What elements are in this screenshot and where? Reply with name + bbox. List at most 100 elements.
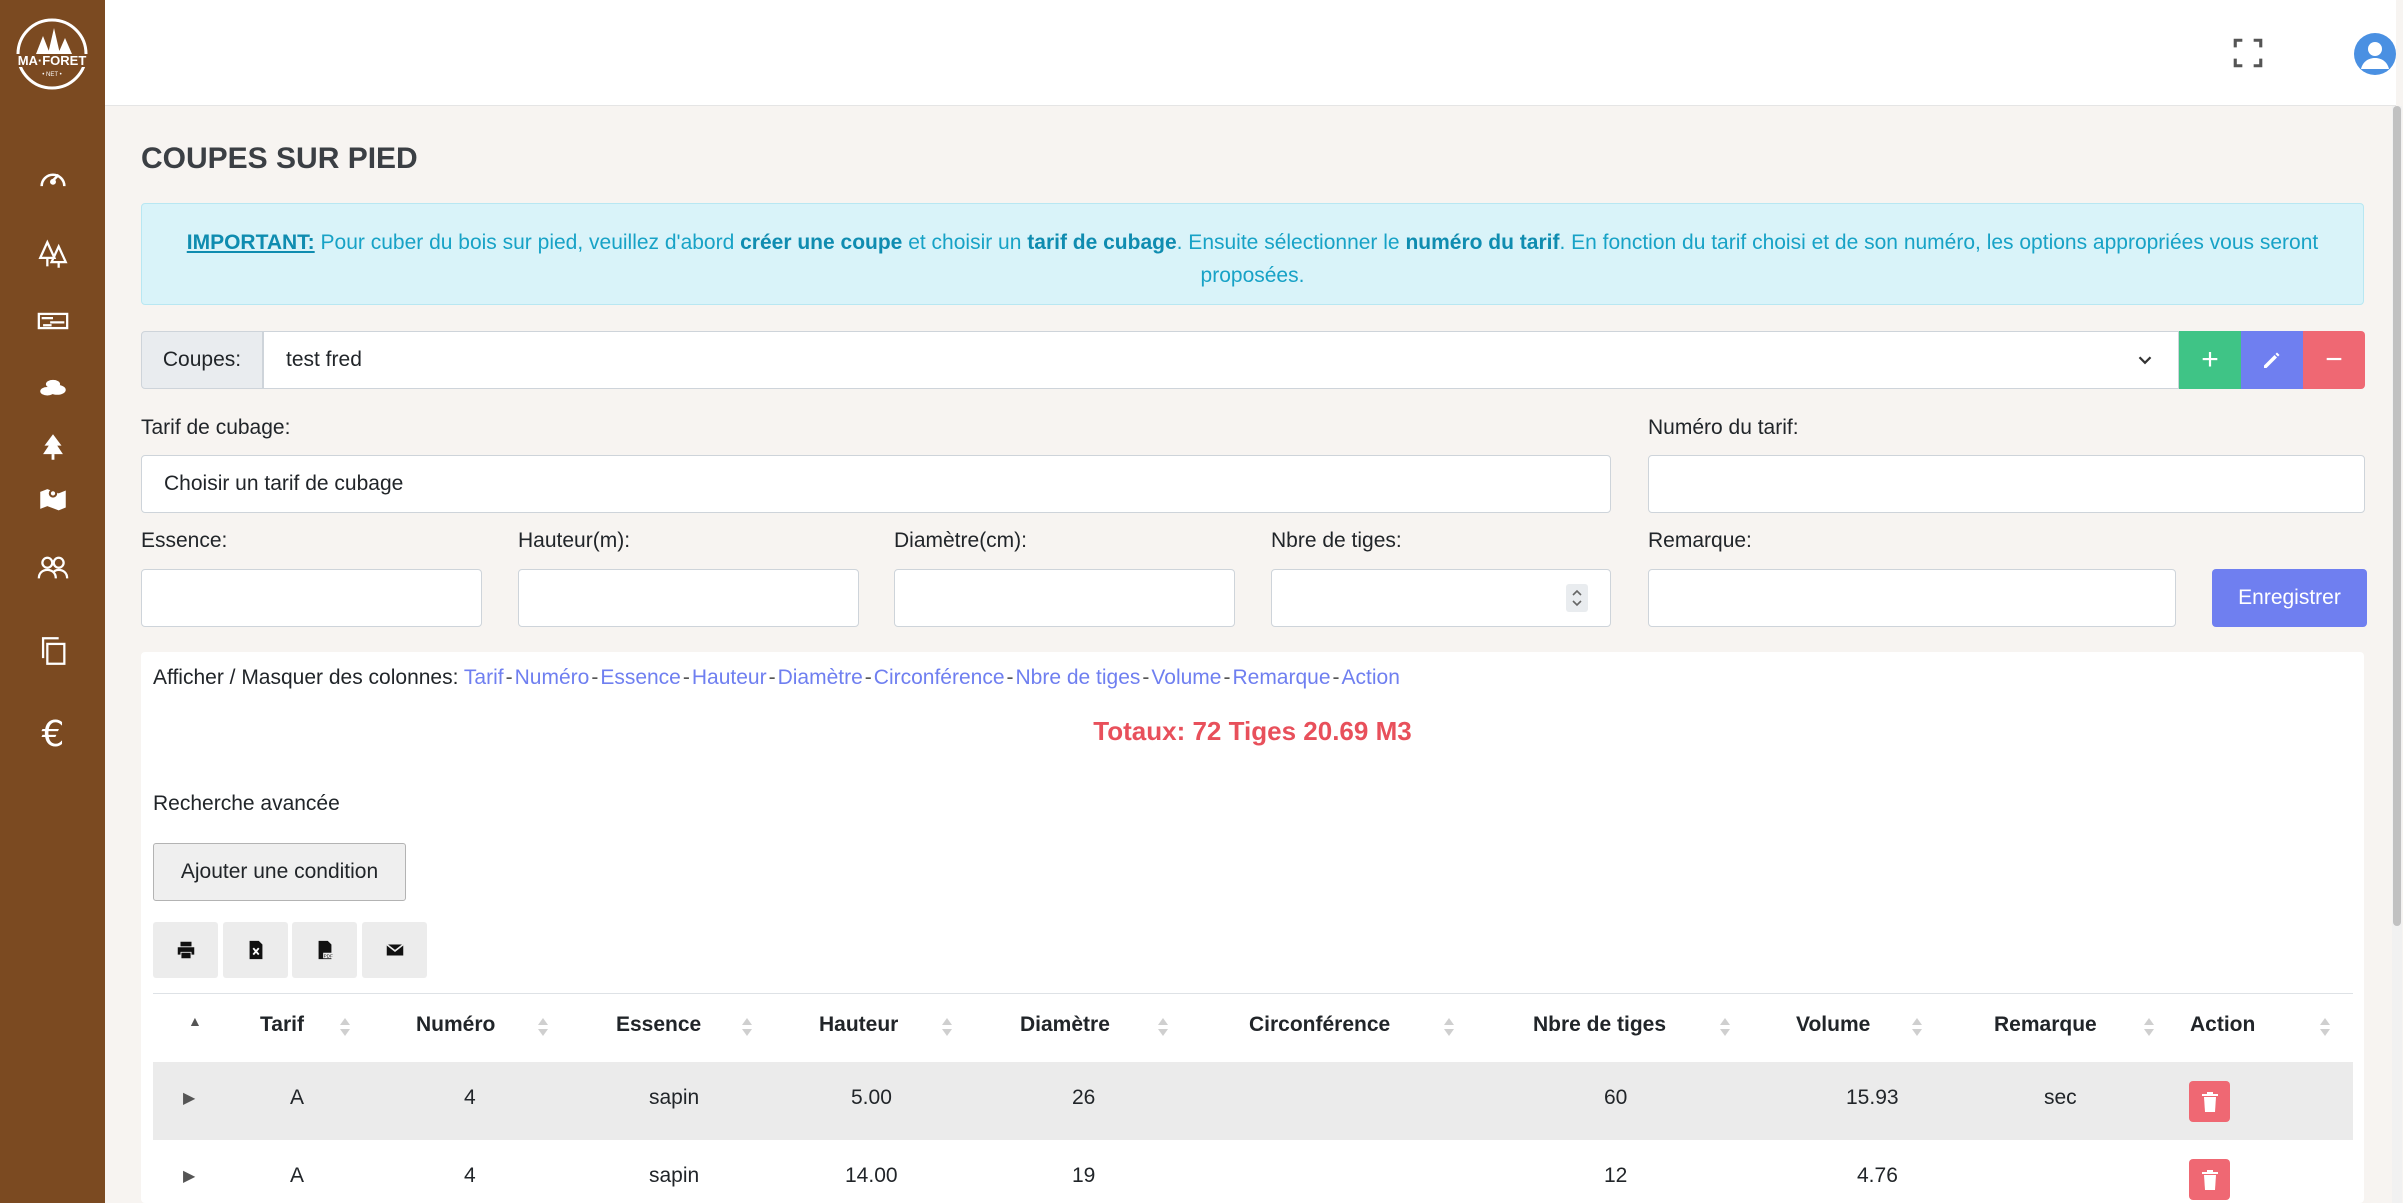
toggle-separator: -: [864, 666, 872, 689]
dashboard-gauge-icon[interactable]: [30, 156, 76, 202]
sort-icon[interactable]: [338, 1013, 352, 1041]
fullscreen-icon[interactable]: [2231, 36, 2265, 70]
info-alert: IMPORTANT: Pour cuber du bois sur pied, …: [141, 203, 2364, 305]
remarque-input[interactable]: [1648, 569, 2176, 627]
trash-icon: [2201, 1091, 2218, 1112]
scrollbar-thumb[interactable]: [2393, 106, 2401, 926]
svg-text:MA·FORET: MA·FORET: [18, 53, 87, 68]
sort-icon[interactable]: [1442, 1013, 1456, 1041]
sort-icon[interactable]: [1718, 1013, 1732, 1041]
save-button[interactable]: Enregistrer: [2212, 569, 2367, 627]
numero-input[interactable]: [1648, 455, 2365, 513]
hauteur-input[interactable]: [518, 569, 859, 627]
diametre-input[interactable]: [894, 569, 1235, 627]
th-remarque[interactable]: Remarque: [1994, 1013, 2097, 1037]
plus-icon: +: [2201, 343, 2219, 376]
pdf-export-button[interactable]: PDF: [292, 922, 357, 978]
add-condition-button[interactable]: Ajouter une condition: [153, 843, 406, 901]
copy-documents-icon[interactable]: [30, 628, 76, 674]
toggle-separator: -: [1223, 666, 1231, 689]
svg-text:PDF: PDF: [323, 953, 332, 958]
tree-icon[interactable]: [30, 424, 76, 470]
coupes-select[interactable]: test fred: [263, 331, 2179, 389]
sort-icon[interactable]: [536, 1013, 550, 1041]
edit-coupe-button[interactable]: [2241, 331, 2303, 389]
th-essence[interactable]: Essence: [616, 1013, 701, 1037]
table-row[interactable]: ▶ A 4 sapin 14.00 19 12 4.76: [153, 1140, 2353, 1203]
th-circonference[interactable]: Circonférence: [1249, 1013, 1390, 1037]
sort-icon[interactable]: [2318, 1013, 2332, 1041]
add-coupe-button[interactable]: +: [2179, 331, 2241, 389]
euro-icon[interactable]: €: [30, 712, 76, 758]
toggle-separator: -: [768, 666, 776, 689]
th-diametre[interactable]: Diamètre: [1020, 1013, 1110, 1037]
forest-trees-icon[interactable]: [30, 232, 76, 278]
toggle-volume[interactable]: Volume: [1151, 666, 1221, 689]
table-row[interactable]: ▶ A 4 sapin 5.00 26 60 15.93 sec: [153, 1062, 2353, 1140]
print-icon: [177, 941, 194, 959]
th-numero[interactable]: Numéro: [416, 1013, 495, 1037]
sort-expand-column[interactable]: ▲: [188, 1013, 202, 1029]
email-export-button[interactable]: [362, 922, 427, 978]
minus-icon: −: [2325, 343, 2343, 376]
delete-row-button[interactable]: [2189, 1081, 2230, 1122]
toggle-essence[interactable]: Essence: [600, 666, 681, 689]
toggle-circonference[interactable]: Circonférence: [874, 666, 1005, 689]
expand-row-icon[interactable]: ▶: [183, 1166, 195, 1186]
tarif-select[interactable]: Choisir un tarif de cubage: [141, 455, 1611, 513]
excel-export-button[interactable]: [223, 922, 288, 978]
alert-text-1: Pour cuber du bois sur pied, veuillez d'…: [314, 231, 741, 254]
toggle-separator: -: [1006, 666, 1014, 689]
users-icon[interactable]: [30, 544, 76, 590]
essence-input[interactable]: [141, 569, 482, 627]
wood-planks-icon[interactable]: [30, 298, 76, 344]
th-tiges[interactable]: Nbre de tiges: [1533, 1013, 1666, 1037]
th-action[interactable]: Action: [2190, 1013, 2255, 1037]
coupes-label: Coupes:: [141, 331, 263, 389]
toggle-remarque[interactable]: Remarque: [1232, 666, 1330, 689]
alert-bold-1: créer une coupe: [740, 231, 903, 254]
cell-tarif: A: [290, 1086, 305, 1109]
ma-foret-logo[interactable]: MA·FORET • NET •: [10, 18, 94, 92]
print-button[interactable]: [153, 922, 218, 978]
toggle-tiges[interactable]: Nbre de tiges: [1016, 666, 1141, 689]
hauteur-label: Hauteur(m):: [518, 529, 631, 552]
page-scrollbar[interactable]: [2392, 106, 2402, 1203]
remarque-label: Remarque:: [1648, 529, 1752, 552]
th-volume[interactable]: Volume: [1796, 1013, 1870, 1037]
tarif-label: Tarif de cubage:: [141, 416, 291, 439]
toggle-action[interactable]: Action: [1342, 666, 1400, 689]
sort-icon[interactable]: [740, 1013, 754, 1041]
toggle-tarif[interactable]: Tarif: [464, 666, 504, 689]
cell-numero: 4: [464, 1164, 476, 1187]
essence-label: Essence:: [141, 529, 228, 552]
toggle-numero[interactable]: Numéro: [515, 666, 590, 689]
sort-icon[interactable]: [1910, 1013, 1924, 1041]
toggle-separator: -: [1142, 666, 1150, 689]
cell-remarque: sec: [2044, 1086, 2077, 1109]
cell-numero: 4: [464, 1086, 476, 1109]
delete-row-button[interactable]: [2189, 1159, 2230, 1200]
alert-important: IMPORTANT:: [186, 231, 315, 254]
expand-row-icon[interactable]: ▶: [183, 1088, 195, 1108]
toggle-hauteur[interactable]: Hauteur: [692, 666, 767, 689]
map-icon[interactable]: [30, 476, 76, 522]
user-avatar-icon[interactable]: [2354, 33, 2396, 75]
number-spinner[interactable]: [1566, 584, 1588, 612]
th-tarif[interactable]: Tarif: [260, 1013, 304, 1037]
sort-icon[interactable]: [2142, 1013, 2156, 1041]
th-hauteur[interactable]: Hauteur: [819, 1013, 898, 1037]
toggle-diametre[interactable]: Diamètre: [778, 666, 863, 689]
tiges-number-input[interactable]: [1271, 569, 1611, 627]
svg-text:• NET •: • NET •: [42, 72, 61, 78]
sort-icon[interactable]: [940, 1013, 954, 1041]
column-toggle-prefix: Afficher / Masquer des colonnes:: [153, 666, 459, 689]
sort-icon[interactable]: [1156, 1013, 1170, 1041]
topbar: [105, 0, 2396, 106]
advanced-search-label: Recherche avancée: [153, 792, 340, 815]
cell-diametre: 26: [1072, 1086, 1096, 1109]
alert-text-2: et choisir un: [902, 231, 1028, 254]
log-pile-icon[interactable]: [30, 364, 76, 410]
delete-coupe-button[interactable]: −: [2303, 331, 2365, 389]
toggle-separator: -: [505, 666, 513, 689]
